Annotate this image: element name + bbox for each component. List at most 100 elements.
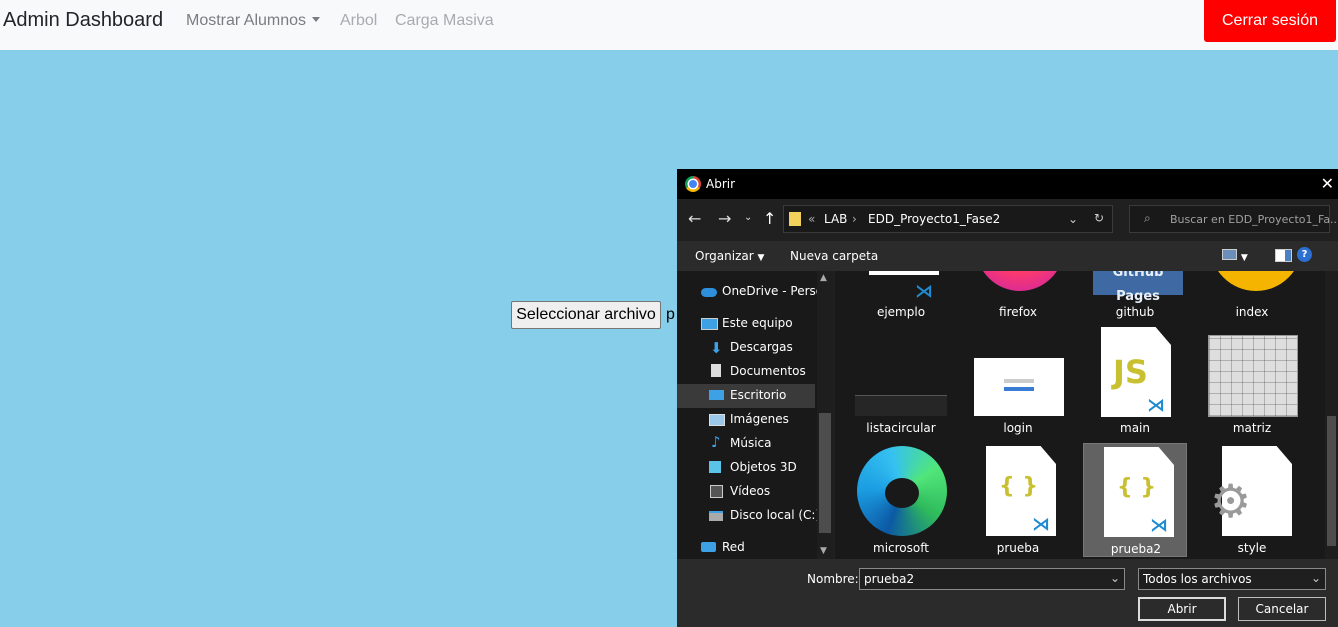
chrome-icon — [685, 176, 701, 192]
file-name: github — [1115, 305, 1155, 319]
chevron-down-icon[interactable]: ⌄ — [1110, 571, 1120, 585]
dialog-titlebar[interactable]: Abrir ✕ — [677, 169, 1338, 199]
file-tile[interactable]: matriz — [1200, 323, 1304, 439]
address-bar[interactable]: « LAB › EDD_Proyecto1_Fase2 ⌄ ↻ — [783, 205, 1113, 233]
file-name: prueba — [996, 541, 1040, 555]
scroll-down-icon[interactable]: ▼ — [820, 546, 827, 556]
scroll-up-icon[interactable]: ▲ — [820, 273, 827, 283]
new-folder-button[interactable]: Nueva carpeta — [790, 249, 878, 263]
filename-label: Nombre: — [807, 572, 859, 586]
cancel-button[interactable]: Cancelar — [1238, 597, 1326, 621]
file-type-select[interactable]: Todos los archivos ⌄ — [1138, 568, 1326, 590]
close-icon[interactable]: ✕ — [1321, 174, 1334, 193]
objects-3d-icon — [709, 461, 721, 473]
gear-icon: ⚙ — [1210, 474, 1252, 528]
sidebar-item-red[interactable]: Red — [722, 540, 745, 554]
sidebar-item-disco-local[interactable]: Disco local (C:) — [730, 508, 820, 522]
javascript-icon: JS — [1113, 353, 1148, 391]
content-scrollbar[interactable] — [1325, 271, 1338, 559]
login-preview-line — [1004, 379, 1034, 383]
file-tile[interactable]: firefox — [966, 271, 1070, 319]
chrome-icon — [1210, 271, 1302, 291]
file-tile[interactable]: microsoft — [849, 440, 953, 556]
organize-label: Organizar — [695, 249, 754, 263]
up-arrow-icon[interactable]: ↑ — [763, 209, 776, 228]
breadcrumb-overflow[interactable]: « — [808, 212, 815, 226]
back-arrow-icon[interactable]: ← — [688, 209, 701, 228]
nav-arbol[interactable]: Arbol — [340, 12, 377, 30]
file-tile[interactable]: index — [1200, 271, 1304, 319]
sidebar-item-descargas[interactable]: Descargas — [730, 340, 793, 354]
content-scroll-thumb[interactable] — [1327, 416, 1336, 546]
pictures-icon — [709, 414, 725, 426]
nav-mostrar-alumnos[interactable]: Mostrar Alumnos — [186, 12, 321, 30]
open-button[interactable]: Abrir — [1138, 597, 1226, 621]
file-tile[interactable]: { } ⋊ prueba — [966, 440, 1070, 556]
file-status-text: p — [666, 306, 675, 323]
onedrive-icon — [701, 288, 717, 297]
address-dropdown-icon[interactable]: ⌄ — [1068, 212, 1078, 226]
sidebar-item-onedrive[interactable]: OneDrive - Person — [722, 284, 831, 298]
drive-icon — [709, 511, 723, 521]
filename-input[interactable]: prueba2 ⌄ — [859, 568, 1125, 590]
navbar: Admin Dashboard Mostrar Alumnos Arbol Ca… — [0, 0, 1338, 50]
file-tile[interactable]: JS ⋊ main — [1083, 323, 1187, 439]
github-pages-thumbnail: GitHub Pages — [1093, 271, 1183, 304]
vscode-icon: ⋊ — [1032, 514, 1050, 535]
organize-menu[interactable]: Organizar ▼ — [695, 249, 764, 263]
file-tile[interactable]: ⚙ style — [1200, 440, 1304, 556]
breadcrumb-separator: › — [852, 212, 857, 226]
json-icon: { } — [1117, 475, 1156, 500]
sidebar-item-musica[interactable]: Música — [730, 436, 772, 450]
documents-icon — [711, 364, 721, 377]
logout-button[interactable]: Cerrar sesión — [1204, 0, 1336, 42]
file-tile[interactable]: ⋊ ejemplo — [849, 271, 953, 319]
sidebar-item-este-equipo[interactable]: Este equipo — [722, 316, 793, 330]
view-options-icon[interactable]: ▼ — [1222, 249, 1248, 263]
brand[interactable]: Admin Dashboard — [3, 9, 163, 32]
file-name: firefox — [999, 305, 1037, 319]
file-tile-selected[interactable]: { } ⋊ prueba2 — [1083, 443, 1187, 557]
file-name: login — [1003, 421, 1033, 435]
nav-carga-masiva[interactable]: Carga Masiva — [395, 12, 494, 30]
desktop-icon — [709, 390, 724, 400]
vscode-icon: ⋊ — [1150, 515, 1168, 536]
edge-inner-icon — [885, 478, 919, 508]
computer-icon — [701, 318, 718, 330]
breadcrumb-project[interactable]: EDD_Proyecto1_Fase2 — [868, 212, 1000, 226]
videos-icon — [710, 485, 723, 498]
json-icon: { } — [999, 474, 1038, 499]
file-grid: ⋊ ejemplo firefox GitHub Pages github in… — [835, 271, 1325, 559]
help-icon[interactable]: ? — [1297, 247, 1312, 262]
matrix-thumbnail — [1208, 335, 1298, 417]
file-tile[interactable]: listacircular — [849, 323, 953, 439]
vscode-icon: ⋊ — [1147, 395, 1165, 416]
forward-arrow-icon[interactable]: → — [718, 209, 731, 228]
file-name: main — [1120, 421, 1150, 435]
file-name: style — [1237, 541, 1267, 555]
firefox-icon — [976, 271, 1064, 291]
dialog-title: Abrir — [706, 177, 736, 191]
sidebar-item-objetos-3d[interactable]: Objetos 3D — [730, 460, 797, 474]
search-box[interactable]: ⌕ Buscar en EDD_Proyecto1_Fa... — [1129, 205, 1338, 233]
preview-pane-icon[interactable] — [1275, 249, 1292, 265]
recent-chevron-icon[interactable]: ⌄ — [744, 212, 752, 223]
sidebar-item-videos[interactable]: Vídeos — [730, 484, 770, 498]
sidebar-scroll-thumb[interactable] — [819, 413, 831, 533]
filename-value: prueba2 — [864, 572, 915, 586]
dialog-footer: Nombre: prueba2 ⌄ Todos los archivos ⌄ Abr… — [677, 559, 1338, 627]
select-file-button[interactable]: Seleccionar archivo — [511, 301, 661, 329]
search-input[interactable]: Buscar en EDD_Proyecto1_Fa... — [1170, 213, 1338, 226]
file-tile[interactable]: GitHub Pages github — [1083, 271, 1187, 319]
refresh-icon[interactable]: ↻ — [1094, 211, 1104, 225]
download-icon: ⬇ — [710, 339, 723, 357]
sidebar-item-escritorio[interactable]: Escritorio — [730, 388, 786, 402]
file-name: matriz — [1232, 421, 1272, 435]
file-tile[interactable]: login — [966, 323, 1070, 439]
sidebar-item-documentos[interactable]: Documentos — [730, 364, 806, 378]
file-type-value: Todos los archivos — [1143, 572, 1252, 586]
sidebar-item-imagenes[interactable]: Imágenes — [730, 412, 789, 426]
breadcrumb-lab[interactable]: LAB — [824, 212, 847, 226]
caret-down-icon — [312, 17, 321, 22]
file-name: prueba2 — [1110, 542, 1162, 556]
